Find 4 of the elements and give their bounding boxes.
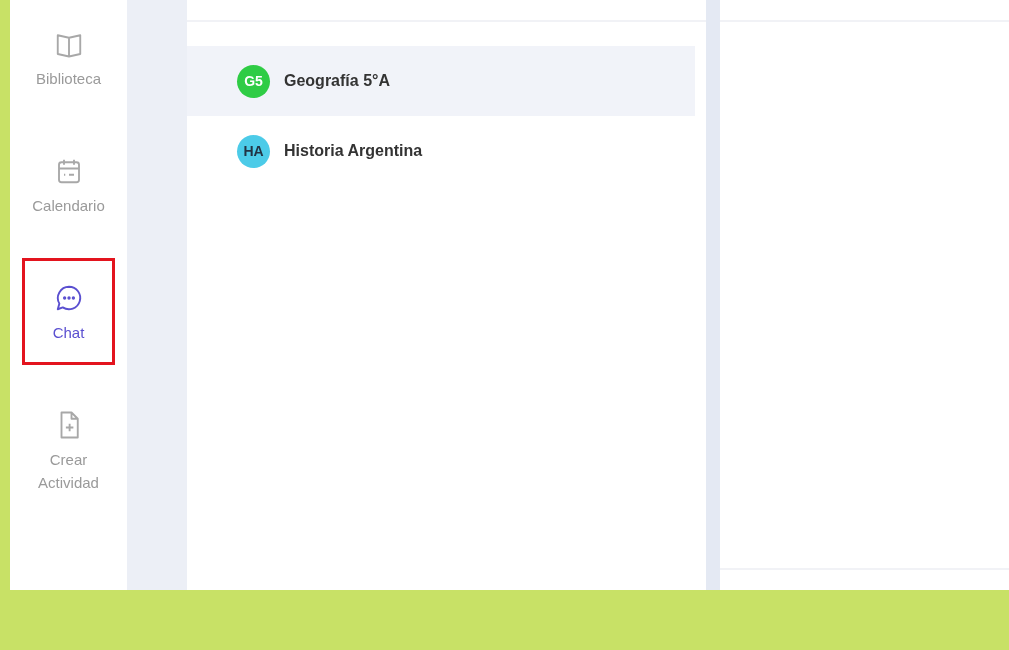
- avatar-initials: G5: [237, 64, 270, 98]
- sidebar-nav-item[interactable]: Chat: [22, 258, 115, 365]
- conversation-item[interactable]: G5 Geografía 5°A: [187, 46, 695, 116]
- avatar-initials: HA: [237, 134, 270, 168]
